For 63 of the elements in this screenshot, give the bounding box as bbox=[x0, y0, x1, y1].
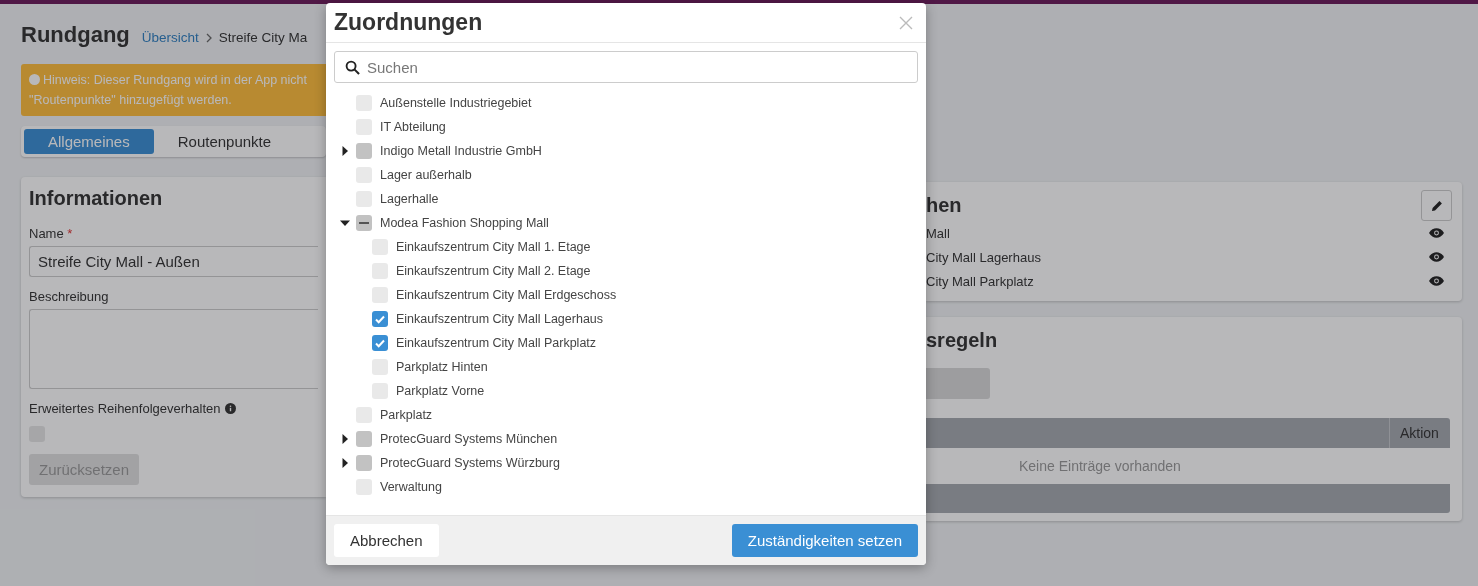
caret-right-icon[interactable] bbox=[340, 458, 350, 468]
list-item: City Mall Lagerhaus bbox=[926, 249, 1041, 265]
eye-icon[interactable] bbox=[1429, 228, 1444, 238]
list-item: Mall bbox=[926, 225, 950, 241]
checkbox[interactable] bbox=[356, 215, 372, 231]
checkbox[interactable] bbox=[372, 311, 388, 327]
field-label: Name bbox=[29, 226, 64, 241]
notice-text: Hinweis: Dieser Rundgang wird in der App nicht bbox=[43, 73, 308, 87]
field-label: Beschreibung bbox=[29, 289, 110, 304]
name-field[interactable]: Streife City Mall - Außen bbox=[29, 246, 318, 277]
tree-item-label[interactable]: Einkaufszentrum City Mall Erdgeschoss bbox=[396, 288, 617, 302]
checkbox[interactable] bbox=[372, 335, 388, 351]
required-mark: * bbox=[67, 226, 73, 241]
tree-item-label[interactable]: Außenstelle Industriegebiet bbox=[380, 96, 532, 110]
tree-item-label[interactable]: Parkplatz Vorne bbox=[396, 384, 485, 398]
caret-right-icon[interactable] bbox=[340, 434, 350, 444]
chevron-right-icon bbox=[204, 32, 213, 43]
info-icon bbox=[29, 74, 40, 85]
tree-item-label[interactable]: Verwaltung bbox=[380, 480, 442, 494]
edit-button[interactable] bbox=[1421, 190, 1452, 221]
check-icon bbox=[374, 337, 386, 349]
breadcrumb-current: Streife City Ma bbox=[218, 30, 308, 45]
eye-icon[interactable] bbox=[1429, 276, 1444, 286]
tree-item-label[interactable]: Parkplatz Hinten bbox=[396, 360, 488, 374]
tree-item-label[interactable]: Einkaufszentrum City Mall Parkplatz bbox=[396, 336, 597, 350]
action-button[interactable] bbox=[926, 368, 990, 399]
tree-item-label[interactable]: Modea Fashion Shopping Mall bbox=[380, 216, 549, 230]
tree-item-label[interactable]: Lagerhalle bbox=[380, 192, 439, 206]
dialog-title: Zuordnungen bbox=[334, 9, 483, 36]
dash-icon bbox=[359, 222, 369, 224]
tree-item-label[interactable]: Parkplatz bbox=[380, 408, 433, 422]
checkbox[interactable] bbox=[356, 455, 372, 471]
card-title: sregeln bbox=[926, 329, 999, 352]
check-icon bbox=[374, 313, 386, 325]
notice-text: "Routenpunkte" hinzugefügt werden. bbox=[29, 93, 232, 107]
checkbox[interactable] bbox=[356, 143, 372, 159]
info-icon bbox=[224, 403, 236, 414]
description-field[interactable] bbox=[29, 309, 318, 389]
tree-item-label[interactable]: IT Abteilung bbox=[380, 120, 446, 134]
checkbox[interactable] bbox=[356, 431, 372, 447]
search-field[interactable]: Suchen bbox=[334, 51, 918, 83]
close-icon[interactable] bbox=[899, 15, 913, 30]
tree-item-label[interactable]: Einkaufszentrum City Mall 2. Etage bbox=[396, 264, 591, 278]
cancel-button[interactable]: Abbrechen bbox=[334, 524, 439, 557]
tree-item-label[interactable]: ProtecGuard Systems Würzburg bbox=[380, 456, 560, 470]
search-icon bbox=[345, 60, 360, 75]
eye-icon[interactable] bbox=[1429, 252, 1444, 262]
list-item: City Mall Parkplatz bbox=[926, 273, 1034, 289]
tree-item-label[interactable]: Einkaufszentrum City Mall Lagerhaus bbox=[396, 312, 604, 326]
tree-item-label[interactable]: Indigo Metall Industrie GmbH bbox=[380, 144, 542, 158]
page-title: Rundgang bbox=[21, 22, 130, 48]
tab[interactable]: Routenpunkte bbox=[153, 129, 296, 154]
caret-right-icon[interactable] bbox=[340, 146, 350, 156]
empty-message: Keine Einträge vorhanden bbox=[1019, 458, 1181, 474]
column-header: Aktion bbox=[1389, 418, 1450, 448]
pencil-icon bbox=[1430, 199, 1443, 212]
caret-down-icon[interactable] bbox=[340, 218, 350, 228]
card-title: hen bbox=[926, 194, 962, 217]
card-title: Informationen bbox=[29, 187, 164, 210]
field-label: Erweitertes Reihenfolgeverhalten bbox=[29, 401, 221, 416]
tree-item-label[interactable]: Einkaufszentrum City Mall 1. Etage bbox=[396, 240, 591, 254]
tree-item-label[interactable]: ProtecGuard Systems München bbox=[380, 432, 558, 446]
tree-item-label[interactable]: Lager außerhalb bbox=[380, 168, 472, 182]
